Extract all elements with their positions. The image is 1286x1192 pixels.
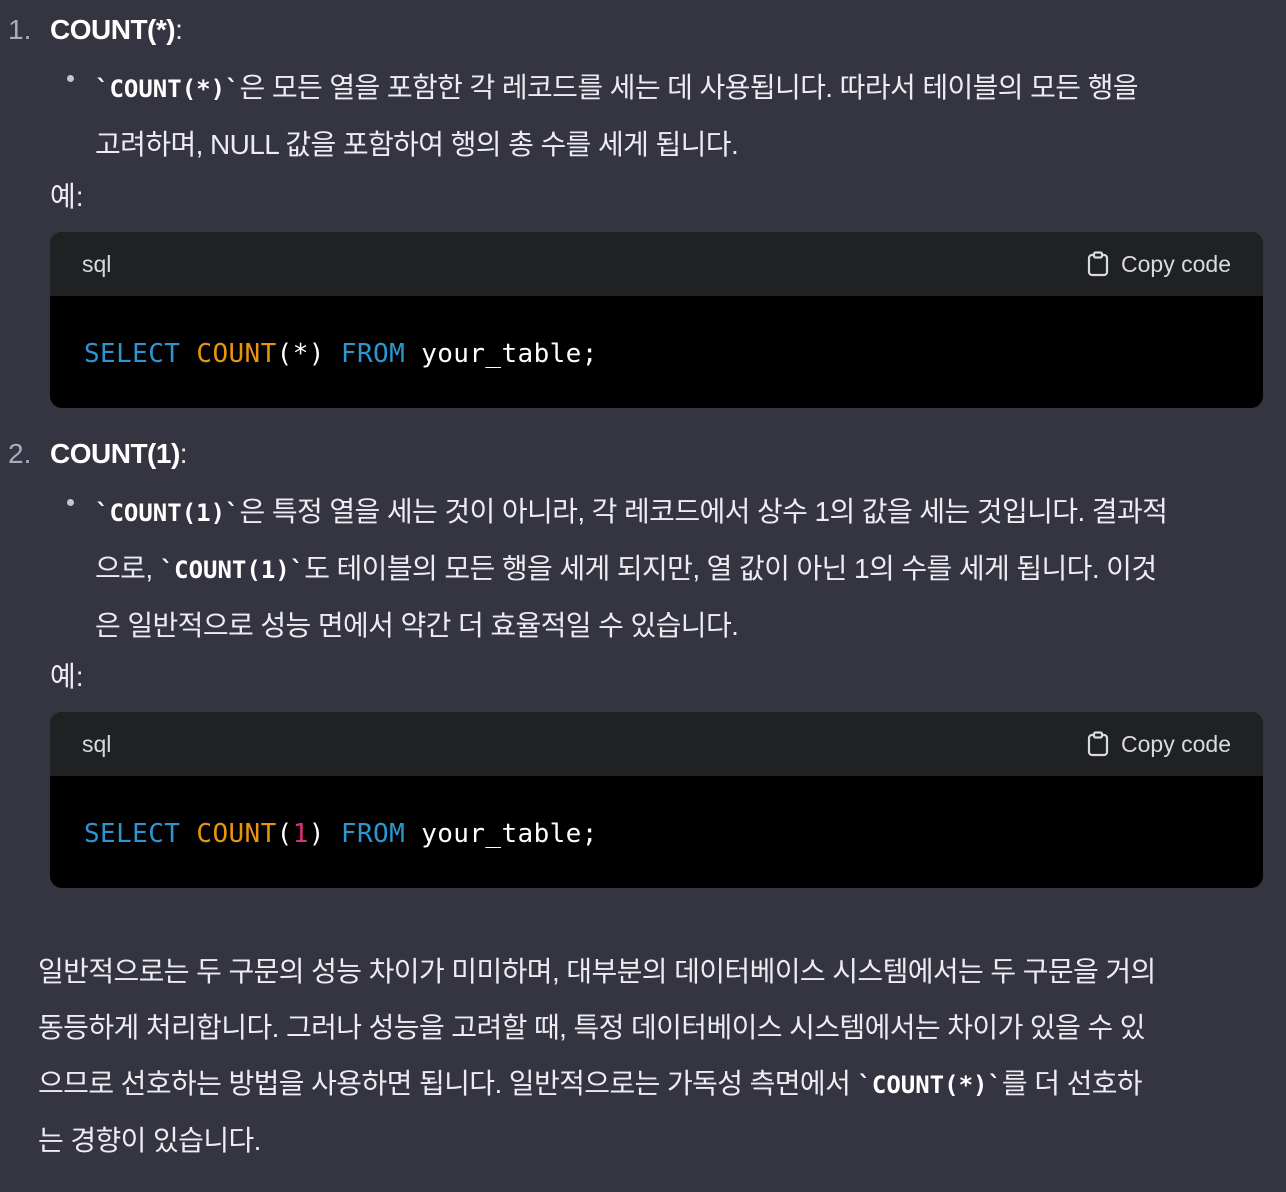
bullet-text: `COUNT(1)`은 특정 열을 세는 것이 아니라, 각 레코드에서 상수 … [95,484,1270,654]
summary-line: 일반적으로는 두 구문의 성능 차이가 미미하며, 대부분의 데이터베이스 시스… [38,956,1156,987]
summary-line: 는 경향이 있습니다. [38,1125,261,1156]
bullet-line-text: 은 모든 열을 포함한 각 레코드를 세는 데 사용됩니다. 따라서 테이블의 … [239,72,1139,103]
summary-text: 으므로 선호하는 방법을 사용하면 됩니다. 일반적으로는 가독성 측면에서 [38,1068,858,1099]
code-block-header: sql Copy code [50,712,1263,776]
bullet-line-text: 으로, [95,553,160,584]
bullet-icon [67,499,74,506]
list-title: COUNT(*): [50,10,183,50]
list-number: 2. [8,438,32,469]
summary-line: 으므로 선호하는 방법을 사용하면 됩니다. 일반적으로는 가독성 측면에서 `… [38,1056,1278,1113]
code-block: sql Copy code SELECT COUNT(*) FROM your_… [50,232,1263,408]
code-paren: ) [308,339,325,369]
code-content: SELECT COUNT(*) FROM your_table; [84,296,598,408]
code-keyword: FROM [340,339,406,369]
code-paren: ) [308,819,325,849]
copy-code-label: Copy code [1121,250,1231,277]
bullet-line-text: 은 특정 열을 세는 것이 아니라, 각 레코드에서 상수 1의 값을 세는 것… [239,496,1168,527]
code-language-label: sql [82,731,112,757]
code-keyword: SELECT [84,339,181,369]
summary-paragraph: 일반적으로는 두 구문의 성능 차이가 미미하며, 대부분의 데이터베이스 시스… [38,944,1278,1169]
code-identifier: your_table; [421,819,598,849]
bullet-line: 고려하며, NULL 값을 포함하여 행의 총 수를 세게 됩니다. [95,129,739,160]
list-title-text: COUNT(*) [50,14,176,45]
bullet-text: `COUNT(*)`은 모든 열을 포함한 각 레코드를 세는 데 사용됩니다.… [95,60,1265,173]
code-number-literal: 1 [292,819,309,849]
code-block: sql Copy code SELECT COUNT(1) FROM your_… [50,712,1263,888]
summary-line: 동등하게 처리합니다. 그러나 성능을 고려할 때, 특정 데이터베이스 시스템… [38,1012,1146,1043]
list-title-colon: : [179,438,188,469]
bullet-line: 은 일반적으로 성능 면에서 약간 더 효율적일 수 있습니다. [95,610,739,641]
summary-text: 를 더 선호하 [1001,1068,1143,1099]
code-function: COUNT [196,339,277,369]
code-keyword: SELECT [84,819,181,849]
code-content: SELECT COUNT(1) FROM your_table; [84,776,598,888]
bullet-line: 으로, `COUNT(1)`도 테이블의 모든 행을 세게 되지만, 열 값이 … [95,541,1270,598]
code-paren: ( [276,819,293,849]
example-label: 예: [50,181,84,212]
example-label: 예: [50,661,84,692]
clipboard-icon [1087,731,1109,757]
inline-code: `COUNT(*)` [95,75,240,103]
inline-code: `COUNT(1)` [159,556,305,584]
list-title: COUNT(1): [50,434,188,474]
list-number: 1. [8,14,32,45]
bullet-line: `COUNT(*)`은 모든 열을 포함한 각 레코드를 세는 데 사용됩니다.… [95,60,1265,117]
code-keyword: FROM [340,819,406,849]
code-paren: ( [276,339,293,369]
bullet-icon [67,75,74,82]
list-title-colon: : [175,14,183,45]
bullet-line-text: 도 테이블의 모든 행을 세게 되지만, 열 값이 아닌 1의 수를 세게 됩니… [304,553,1157,584]
list-title-text: COUNT(1) [50,438,180,469]
inline-code: `COUNT(1)` [95,499,240,527]
clipboard-icon [1087,251,1109,277]
inline-code: `COUNT(*)` [857,1071,1002,1099]
code-function: COUNT [196,819,277,849]
code-language-label: sql [82,251,112,277]
code-argument: * [292,339,309,369]
code-identifier: your_table; [421,339,598,369]
copy-code-button[interactable]: Copy code [1087,712,1231,776]
copy-code-button[interactable]: Copy code [1087,232,1231,296]
copy-code-label: Copy code [1121,730,1231,757]
bullet-line: `COUNT(1)`은 특정 열을 세는 것이 아니라, 각 레코드에서 상수 … [95,484,1270,541]
code-block-header: sql Copy code [50,232,1263,296]
